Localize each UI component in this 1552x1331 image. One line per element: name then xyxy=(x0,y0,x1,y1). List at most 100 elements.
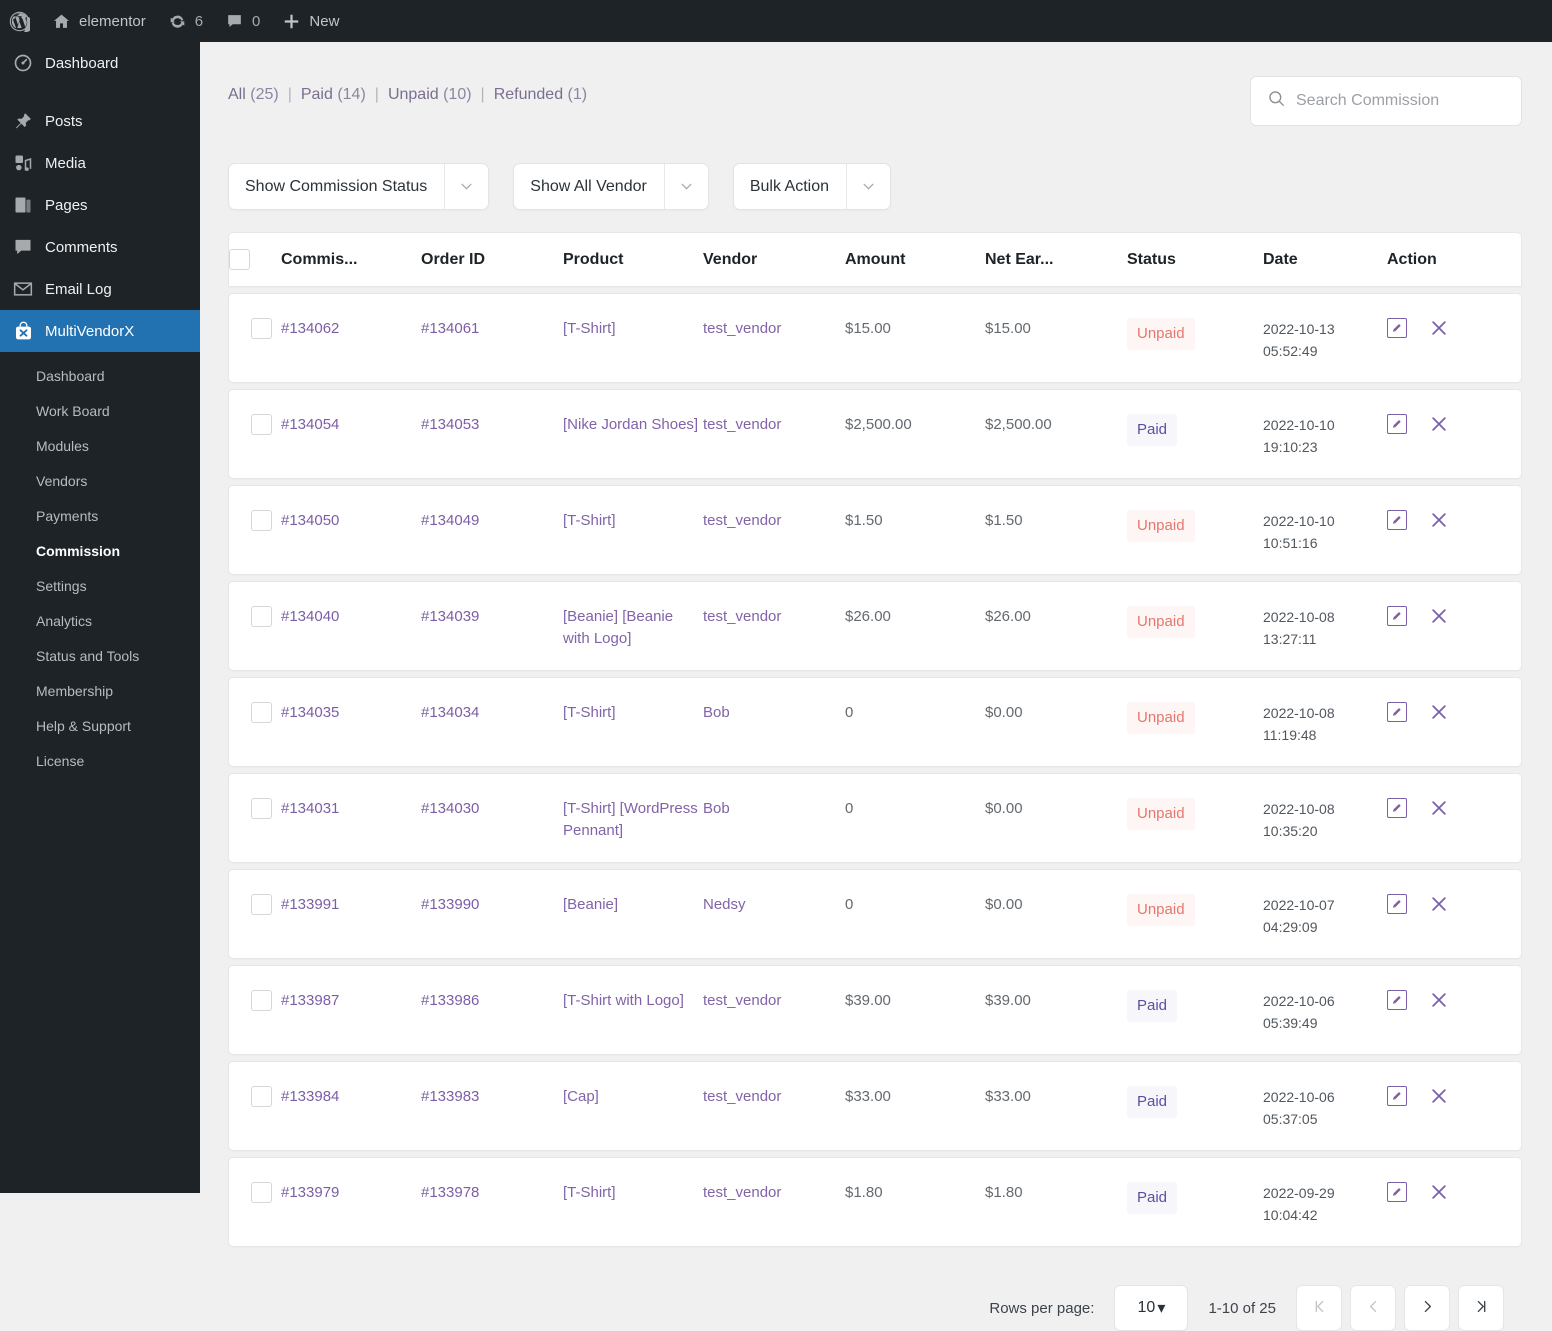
edit-pencil-icon[interactable] xyxy=(1387,702,1407,722)
row-checkbox-cell[interactable] xyxy=(229,390,281,455)
edit-pencil-icon[interactable] xyxy=(1387,510,1407,530)
submenu-item-membership[interactable]: Membership xyxy=(0,674,200,709)
cell-vendor[interactable]: test_vendor xyxy=(703,1062,845,1128)
cell-commission-id[interactable]: #134054 xyxy=(281,390,421,456)
cell-commission-id[interactable]: #134040 xyxy=(281,582,421,648)
search-box[interactable] xyxy=(1250,76,1522,126)
table-row[interactable]: #134050 #134049 [T-Shirt] test_vendor $1.50 $… xyxy=(228,485,1522,575)
cell-product[interactable]: [T-Shirt] [WordPress Pennant] xyxy=(563,774,703,862)
table-row[interactable]: #134062 #134061 [T-Shirt] test_vendor $15.00… xyxy=(228,293,1522,383)
cell-commission-id[interactable]: #133991 xyxy=(281,870,421,936)
cell-vendor[interactable]: test_vendor xyxy=(703,486,845,552)
chevron-down-icon[interactable] xyxy=(663,164,708,209)
row-checkbox-cell[interactable] xyxy=(229,1062,281,1127)
row-checkbox[interactable] xyxy=(251,606,272,627)
cell-order-id[interactable]: #134039 xyxy=(421,582,563,648)
submenu-item-work-board[interactable]: Work Board xyxy=(0,394,200,429)
edit-pencil-icon[interactable] xyxy=(1387,1182,1407,1202)
close-x-icon[interactable] xyxy=(1429,318,1449,338)
row-checkbox-cell[interactable] xyxy=(229,486,281,551)
previous-page-button[interactable] xyxy=(1350,1285,1396,1331)
cell-product[interactable]: [T-Shirt with Logo] xyxy=(563,966,703,1032)
chevron-down-icon[interactable] xyxy=(845,164,890,209)
close-x-icon[interactable] xyxy=(1429,510,1449,530)
wordpress-logo-button[interactable] xyxy=(0,0,41,42)
table-row[interactable]: #134054 #134053 [Nike Jordan Shoes] test_ve… xyxy=(228,389,1522,479)
select-all-checkbox[interactable] xyxy=(229,249,250,270)
status-filter-unpaid[interactable]: Unpaid (10) xyxy=(388,86,472,104)
submenu-item-modules[interactable]: Modules xyxy=(0,429,200,464)
cell-order-id[interactable]: #133986 xyxy=(421,966,563,1032)
submenu-item-commission[interactable]: Commission xyxy=(0,534,200,569)
status-filter-all[interactable]: All (25) xyxy=(228,86,279,104)
cell-order-id[interactable]: #134034 xyxy=(421,678,563,744)
row-checkbox-cell[interactable] xyxy=(229,294,281,359)
cell-vendor[interactable]: test_vendor xyxy=(703,390,845,456)
chevron-down-icon[interactable] xyxy=(444,164,488,209)
close-x-icon[interactable] xyxy=(1429,798,1449,818)
sidebar-item-pages[interactable]: Pages xyxy=(0,184,200,226)
row-checkbox-cell[interactable] xyxy=(229,966,281,1031)
site-name-button[interactable]: elementor xyxy=(41,0,157,42)
cell-commission-id[interactable]: #134050 xyxy=(281,486,421,552)
submenu-item-vendors[interactable]: Vendors xyxy=(0,464,200,499)
table-row[interactable]: #133979 #133978 [T-Shirt] test_vendor $1.80 $… xyxy=(228,1157,1522,1247)
sidebar-item-comments[interactable]: Comments xyxy=(0,226,200,268)
edit-pencil-icon[interactable] xyxy=(1387,798,1407,818)
new-content-button[interactable]: New xyxy=(271,0,350,42)
row-checkbox-cell[interactable] xyxy=(229,870,281,935)
column-header-vendor[interactable]: Vendor xyxy=(703,249,845,271)
cell-product[interactable]: [Beanie] [Beanie with Logo] xyxy=(563,582,703,670)
cell-product[interactable]: [Cap] xyxy=(563,1062,703,1128)
cell-order-id[interactable]: #134061 xyxy=(421,294,563,360)
table-row[interactable]: #133991 #133990 [Beanie] Nedsy 0 $0.00 Unpaid 2… xyxy=(228,869,1522,959)
comments-button[interactable]: 0 xyxy=(214,0,271,42)
cell-vendor[interactable]: Nedsy xyxy=(703,870,845,936)
edit-pencil-icon[interactable] xyxy=(1387,414,1407,434)
column-header-product[interactable]: Product xyxy=(563,249,703,271)
status-filter-paid[interactable]: Paid (14) xyxy=(301,86,366,104)
column-header-commission[interactable]: Commis... xyxy=(281,249,421,271)
cell-vendor[interactable]: test_vendor xyxy=(703,966,845,1032)
close-x-icon[interactable] xyxy=(1429,606,1449,626)
cell-order-id[interactable]: #133990 xyxy=(421,870,563,936)
vendor-select[interactable]: Show All Vendor xyxy=(513,163,709,210)
cell-commission-id[interactable]: #133979 xyxy=(281,1158,421,1224)
cell-product[interactable]: [T-Shirt] xyxy=(563,678,703,744)
last-page-button[interactable] xyxy=(1458,1285,1504,1331)
close-x-icon[interactable] xyxy=(1429,1182,1449,1202)
first-page-button[interactable] xyxy=(1296,1285,1342,1331)
table-row[interactable]: #134035 #134034 [T-Shirt] Bob 0 $0.00 Unpaid 20… xyxy=(228,677,1522,767)
submenu-item-license[interactable]: License xyxy=(0,744,200,779)
cell-order-id[interactable]: #133983 xyxy=(421,1062,563,1128)
cell-order-id[interactable]: #134053 xyxy=(421,390,563,456)
sidebar-item-dashboard[interactable]: Dashboard xyxy=(0,42,200,84)
sidebar-item-media[interactable]: Media xyxy=(0,142,200,184)
edit-pencil-icon[interactable] xyxy=(1387,894,1407,914)
column-header-date[interactable]: Date xyxy=(1263,249,1387,271)
select-all-checkbox-cell[interactable] xyxy=(229,249,281,270)
cell-commission-id[interactable]: #134062 xyxy=(281,294,421,360)
table-row[interactable]: #134031 #134030 [T-Shirt] [WordPress Penna… xyxy=(228,773,1522,863)
close-x-icon[interactable] xyxy=(1429,702,1449,722)
cell-commission-id[interactable]: #134035 xyxy=(281,678,421,744)
close-x-icon[interactable] xyxy=(1429,990,1449,1010)
sidebar-item-multivendorx[interactable]: MultiVendorX xyxy=(0,310,208,352)
row-checkbox[interactable] xyxy=(251,894,272,915)
edit-pencil-icon[interactable] xyxy=(1387,990,1407,1010)
cell-product[interactable]: [Nike Jordan Shoes] xyxy=(563,390,703,456)
close-x-icon[interactable] xyxy=(1429,894,1449,914)
cell-product[interactable]: [T-Shirt] xyxy=(563,486,703,552)
row-checkbox[interactable] xyxy=(251,798,272,819)
search-input[interactable] xyxy=(1296,92,1505,110)
row-checkbox[interactable] xyxy=(251,702,272,723)
cell-commission-id[interactable]: #133987 xyxy=(281,966,421,1032)
row-checkbox[interactable] xyxy=(251,1086,272,1107)
sidebar-item-email-log[interactable]: Email Log xyxy=(0,268,200,310)
edit-pencil-icon[interactable] xyxy=(1387,606,1407,626)
submenu-item-help-and-support[interactable]: Help & Support xyxy=(0,709,200,744)
row-checkbox[interactable] xyxy=(251,510,272,531)
row-checkbox-cell[interactable] xyxy=(229,582,281,647)
cell-vendor[interactable]: Bob xyxy=(703,678,845,744)
cell-product[interactable]: [T-Shirt] xyxy=(563,294,703,360)
